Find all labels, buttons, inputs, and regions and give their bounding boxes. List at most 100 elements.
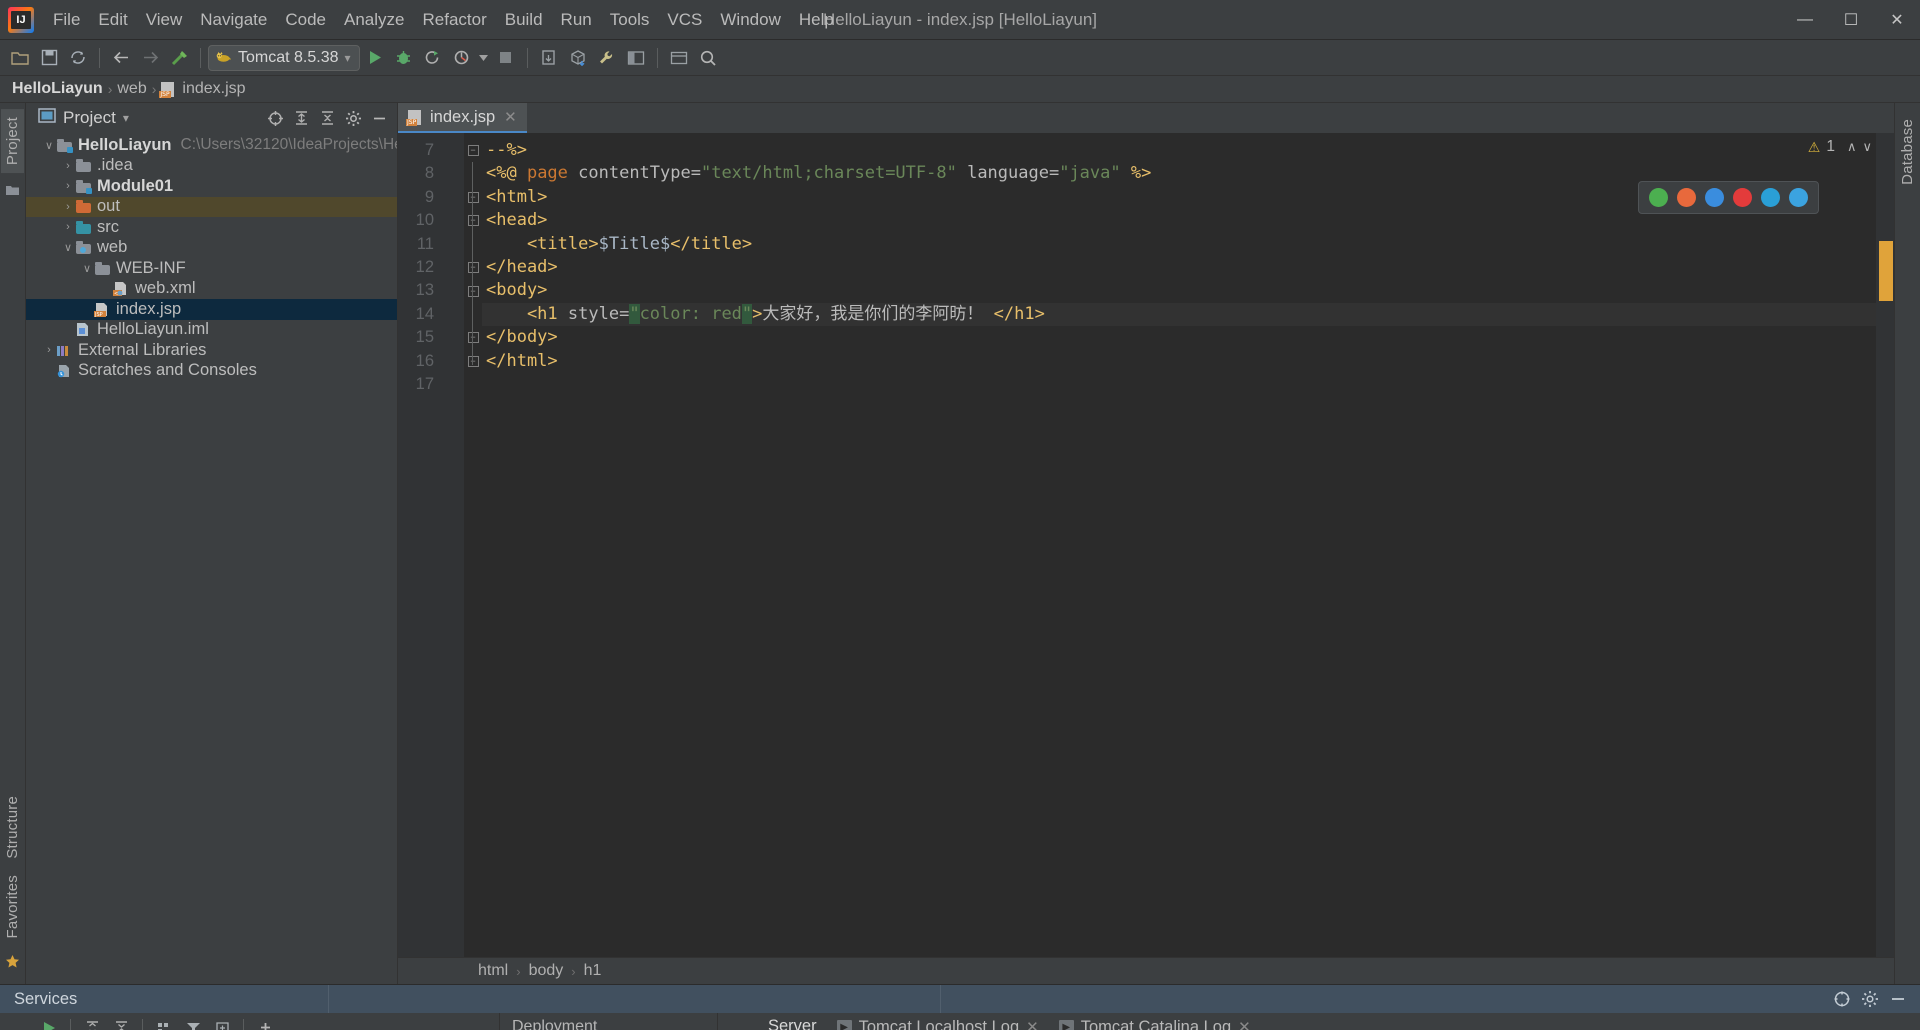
safari-browser-icon[interactable] [1733, 188, 1752, 207]
tree-expand-arrow-icon[interactable]: › [61, 180, 75, 192]
menu-run[interactable]: Run [552, 6, 601, 34]
tree-expand-arrow-icon[interactable]: › [61, 160, 75, 172]
sidebar-item-project[interactable]: Project [1, 109, 24, 174]
menu-edit[interactable]: Edit [89, 6, 136, 34]
menu-refactor[interactable]: Refactor [413, 6, 495, 34]
add-tab-icon[interactable] [209, 1015, 235, 1030]
run-button[interactable] [361, 44, 389, 72]
menu-file[interactable]: File [44, 6, 89, 34]
code-line[interactable]: </body> [482, 326, 1894, 349]
layout-icon[interactable] [665, 44, 693, 72]
hide-panel-icon[interactable] [367, 106, 391, 130]
tree-item-web-inf[interactable]: ∨ WEB-INF [26, 258, 397, 279]
select-opened-file-icon[interactable] [263, 106, 287, 130]
fold-expand-icon[interactable]: − [467, 191, 479, 203]
tree-expand-arrow-icon[interactable]: ∨ [80, 262, 94, 275]
console-tab-tomcat-catalina-log[interactable]: ▶ Tomcat Catalina Log ✕ [1049, 1013, 1261, 1030]
favorites-star-icon[interactable] [5, 954, 20, 974]
fold-toggle[interactable]: − [464, 186, 482, 209]
tree-item-web-xml[interactable]: < web.xml [26, 279, 397, 300]
tree-expand-arrow-icon[interactable]: › [42, 344, 56, 356]
save-all-icon[interactable] [35, 44, 63, 72]
group-by-icon[interactable] [151, 1015, 177, 1030]
tree-item-helloliayun[interactable]: ∨ HelloLiayun C:\Users\32120\IdeaProjects\… [26, 135, 397, 156]
fold-toggle[interactable]: − [464, 350, 482, 373]
fold-toggle[interactable]: − [464, 326, 482, 349]
inspection-widget[interactable]: ⚠ 1 ∧ ∨ [1808, 138, 1872, 156]
filter-services-icon[interactable] [180, 1015, 206, 1030]
console-tab-tomcat-localhost-log[interactable]: ▶ Tomcat Localhost Log ✕ [827, 1013, 1049, 1030]
menu-tools[interactable]: Tools [601, 6, 659, 34]
code-line[interactable]: <h1 style="color: red">大家好，我是你们的李阿昉！ </h… [482, 302, 1894, 327]
code-line[interactable]: </head> [482, 256, 1894, 279]
fold-toggle[interactable]: − [464, 139, 482, 162]
chrome-browser-icon[interactable] [1649, 188, 1668, 207]
menu-help[interactable]: Help [790, 6, 843, 34]
build-hammer-icon[interactable] [165, 44, 193, 72]
menu-view[interactable]: View [137, 6, 192, 34]
tree-item-src[interactable]: › src [26, 217, 397, 238]
project-panel-caret-icon[interactable]: ▾ [123, 111, 129, 125]
scrollbar-thumb[interactable] [1879, 241, 1893, 301]
tab-close-icon[interactable]: ✕ [504, 108, 517, 126]
console-tab-server[interactable]: Server [758, 1013, 827, 1030]
sync-icon[interactable] [64, 44, 92, 72]
fold-collapse-icon[interactable]: − [467, 332, 479, 344]
code-editor[interactable]: 7 8 9 10 11 12 13 14 15 16 17 − − − − − − − --%> <%@ page… [398, 133, 1894, 957]
project-structure-icon[interactable] [622, 44, 650, 72]
code-line[interactable]: <body> [482, 279, 1894, 302]
opera-browser-icon[interactable] [1705, 188, 1724, 207]
services-help-icon[interactable] [1830, 987, 1854, 1011]
firefox-browser-icon[interactable] [1677, 188, 1696, 207]
menu-window[interactable]: Window [711, 6, 789, 34]
update-app-icon[interactable] [535, 44, 563, 72]
minimize-button[interactable]: — [1782, 0, 1828, 40]
tree-item-helloliayun-iml[interactable]: HelloLiayun.iml [26, 320, 397, 341]
breadcrumb-file[interactable]: index.jsp [182, 80, 245, 98]
tree-expand-arrow-icon[interactable]: ∨ [42, 139, 56, 152]
tree-item-index-jsp[interactable]: JSP index.jsp [26, 299, 397, 320]
run-with-coverage-button[interactable] [419, 44, 447, 72]
back-arrow-icon[interactable] [107, 44, 135, 72]
code-content[interactable]: --%> <%@ page contentType="text/html;char… [482, 133, 1894, 957]
tree-item-scratches-and-consoles[interactable]: Scratches and Consoles [26, 361, 397, 382]
maximize-button[interactable]: ☐ [1828, 0, 1874, 40]
settings-wrench-icon[interactable] [593, 44, 621, 72]
menu-navigate[interactable]: Navigate [191, 6, 276, 34]
stop-button[interactable] [492, 44, 520, 72]
services-settings-gear-icon[interactable] [1858, 987, 1882, 1011]
sidebar-item-favorites[interactable]: Favorites [1, 867, 24, 947]
browser-launch-popup[interactable] [1638, 181, 1819, 214]
tree-item-external-libraries[interactable]: › External Libraries [26, 340, 397, 361]
code-breadcrumb-html[interactable]: html [478, 962, 508, 980]
code-line[interactable] [482, 373, 1894, 396]
profile-dropdown-caret-icon[interactable] [477, 44, 491, 72]
edge-browser-icon[interactable] [1761, 188, 1780, 207]
console-tab-close-icon[interactable]: ✕ [1238, 1018, 1251, 1030]
menu-code[interactable]: Code [276, 6, 335, 34]
breadcrumb-project[interactable]: HelloLiayun [12, 80, 103, 98]
inspection-next-icon[interactable]: ∨ [1862, 139, 1872, 155]
code-line[interactable]: </html> [482, 350, 1894, 373]
profile-button[interactable] [448, 44, 476, 72]
inspection-prev-icon[interactable]: ∧ [1847, 139, 1857, 155]
collapse-all-services-icon[interactable] [108, 1015, 134, 1030]
tree-item-web[interactable]: ∨ web [26, 238, 397, 259]
project-tree[interactable]: ∨ HelloLiayun C:\Users\32120\IdeaProjects\… [26, 133, 397, 984]
ie-browser-icon[interactable] [1789, 188, 1808, 207]
debug-button[interactable] [390, 44, 418, 72]
services-hide-icon[interactable] [1886, 987, 1910, 1011]
run-configuration-selector[interactable]: Tomcat 8.5.38 ▾ [208, 44, 360, 71]
project-strip-folder-icon[interactable] [5, 181, 20, 201]
tab-index-jsp[interactable]: index.jsp ✕ [398, 103, 527, 133]
fold-toggle[interactable]: − [464, 279, 482, 302]
menu-vcs[interactable]: VCS [658, 6, 711, 34]
code-line[interactable]: <title>$Title$</title> [482, 233, 1894, 256]
deploy-icon[interactable] [564, 44, 592, 72]
code-line[interactable]: --%> [482, 139, 1894, 162]
fold-collapse-icon[interactable]: − [467, 355, 479, 367]
code-folding-gutter[interactable]: − − − − − − − [464, 133, 482, 957]
expand-all-icon[interactable] [289, 106, 313, 130]
add-service-icon[interactable] [252, 1015, 278, 1030]
services-run-icon[interactable] [36, 1015, 62, 1030]
